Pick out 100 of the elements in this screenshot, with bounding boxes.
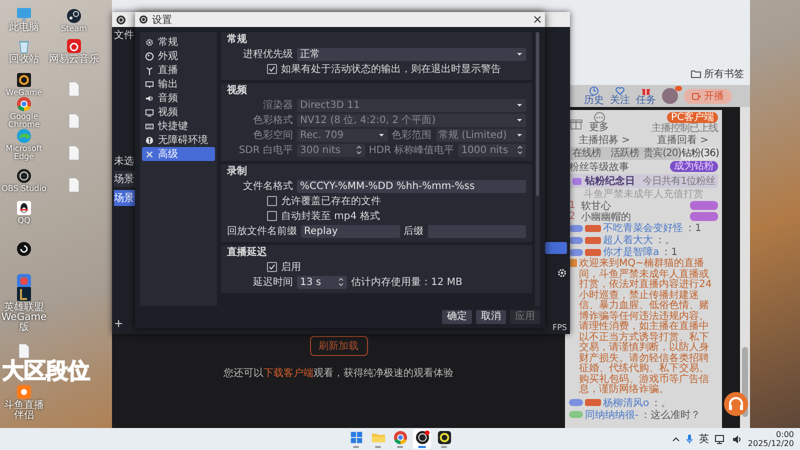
sidebar-item[interactable]: 外观 <box>142 49 215 63</box>
desktop-icon-label[interactable]: 英雄联盟WeGame版 <box>0 303 48 333</box>
clock[interactable]: 0:00 2025/12/20 <box>748 430 794 448</box>
fans-story-link[interactable]: 粉丝等级故事 <box>569 160 629 174</box>
checkmark-icon <box>269 264 275 270</box>
header-link[interactable]: 历史 <box>584 86 604 106</box>
desktop-icon-label[interactable]: OBS Studio <box>2 185 46 193</box>
checkbox[interactable] <box>267 64 277 74</box>
join-badge[interactable]: 成为钻粉 <box>670 161 718 172</box>
keyboard-icon <box>145 122 154 130</box>
stepper-arrows-icon <box>356 145 362 155</box>
logo-icon <box>139 15 148 24</box>
header-link[interactable]: 关注 <box>610 86 630 106</box>
section-title: 常规 <box>227 34 248 46</box>
download-link[interactable]: 下载客户端 <box>264 368 314 379</box>
input-field[interactable]: %CCYY-%MM-%DD %hh-%mm-%ss <box>297 180 526 192</box>
desktop-icon-label[interactable]: Microsoft Edge <box>0 145 48 161</box>
dialog-button[interactable]: 取消 <box>476 310 506 324</box>
caret-icon <box>516 51 523 57</box>
chat-text: ：这么准时？ <box>640 408 701 422</box>
scene-item[interactable]: 场景 <box>114 190 135 206</box>
info-icon <box>145 136 154 144</box>
hint-text: 未选 <box>114 154 135 168</box>
caret-icon <box>378 132 384 138</box>
ranking-tab[interactable]: 活跃榜 <box>606 147 644 160</box>
scrollbar[interactable] <box>740 107 750 428</box>
checkmark-icon <box>269 66 275 72</box>
rank-number: 1 <box>569 200 576 211</box>
taskbar-button[interactable] <box>413 429 431 449</box>
sidebar-item[interactable]: 音频 <box>142 91 215 105</box>
close-icon[interactable] <box>534 16 541 23</box>
network-icon[interactable] <box>714 434 726 444</box>
sidebar-item[interactable]: 常规 <box>142 35 215 49</box>
panel-link[interactable]: 直播回看 > <box>656 135 709 147</box>
ranking-tab[interactable]: 钻粉(36) <box>681 147 719 160</box>
file-icon[interactable] <box>16 343 32 359</box>
app-icon[interactable] <box>16 273 32 289</box>
input-method-indicator[interactable]: 英 <box>698 432 709 446</box>
client-note: 主播控制已上线 <box>652 122 718 134</box>
app-icon[interactable] <box>16 72 32 88</box>
field-label: 回放文件名前缀 <box>227 224 297 238</box>
app-icon[interactable] <box>16 241 32 257</box>
dropdown[interactable]: 正常 <box>297 48 526 60</box>
sidebar-item[interactable]: 高级 <box>142 147 215 161</box>
penguin-icon[interactable] <box>16 200 32 216</box>
antenna-icon <box>145 66 154 74</box>
badge-icon <box>572 176 582 186</box>
gear-icon[interactable] <box>557 268 567 278</box>
window-title: 设置 <box>152 14 172 26</box>
desktop-icon-label[interactable]: QQ <box>18 217 30 225</box>
checkbox-label: 启用 <box>281 260 301 274</box>
panel-link[interactable]: 主播招募 > <box>578 135 630 147</box>
refresh-button[interactable]: 刷新加载 <box>310 336 368 356</box>
panel-header: 场景 <box>114 170 135 186</box>
more-icon <box>594 112 604 123</box>
sidebar-item[interactable]: 直播 <box>142 63 215 77</box>
more-button[interactable]: 更多 <box>589 112 609 133</box>
chat-username[interactable]: 超人着大大 <box>603 233 653 247</box>
scrollbar[interactable] <box>535 32 540 306</box>
microphone-icon[interactable] <box>686 434 693 444</box>
ranking-tab[interactable]: 在线榜 <box>568 147 606 160</box>
sidebar-item[interactable]: 无障碍环境 <box>142 133 215 147</box>
spin-box[interactable]: 13 s <box>297 276 347 288</box>
stepper-arrows-icon <box>338 277 344 287</box>
chat-username[interactable]: 你才是智障a <box>603 245 660 259</box>
chevron-up-icon[interactable] <box>672 436 680 442</box>
app-icon[interactable] <box>66 8 82 24</box>
bookmarks-link[interactable]: 所有书签 <box>704 67 744 81</box>
client-button[interactable]: PC客户端 <box>666 112 718 122</box>
sidebar-item[interactable]: 快捷键 <box>142 119 215 133</box>
chat-username[interactable]: 同纳纳纳很- <box>585 408 639 422</box>
headset-icon[interactable] <box>724 392 748 416</box>
ranking-tab[interactable]: 贵宾(20) <box>644 147 682 160</box>
header-link[interactable]: 任务 <box>636 86 656 106</box>
checkbox[interactable] <box>267 196 277 206</box>
clock-time: 0:00 <box>776 430 794 439</box>
taskbar-button[interactable] <box>435 429 453 449</box>
input-field[interactable]: Replay <box>301 224 400 238</box>
speaker-icon <box>145 94 154 102</box>
dialog-button[interactable]: 确定 <box>442 310 472 324</box>
sidebar-item[interactable]: 输出 <box>142 77 215 91</box>
clock-date: 2025/12/20 <box>748 439 794 448</box>
checkbox[interactable] <box>267 211 277 221</box>
menu-item[interactable]: 文件 <box>114 28 135 42</box>
speaker-icon[interactable] <box>732 434 742 444</box>
section-title: 录制 <box>227 166 248 178</box>
add-button[interactable]: + <box>114 317 135 330</box>
notice-text: 斗鱼严禁未成年人充值打赏 <box>582 189 704 200</box>
app-icon[interactable] <box>16 286 32 302</box>
logo-icon <box>116 14 126 24</box>
card-note: 今日共有1位粉丝 <box>642 174 715 188</box>
sidebar-item[interactable]: 视频 <box>142 105 215 119</box>
overlay-caption: 大区段位 <box>2 361 90 383</box>
chat-username[interactable]: 不吃青菜会变好怪 <box>603 221 683 235</box>
desktop-icon-label[interactable]: 斗鱼直播伴侣 <box>0 401 48 421</box>
live-button[interactable]: 开播 <box>684 88 732 104</box>
chat-username[interactable]: 杨柳清风o <box>603 396 650 410</box>
record-circle-icon[interactable] <box>16 168 32 184</box>
circle-logo-icon[interactable] <box>16 96 32 112</box>
checkbox[interactable] <box>267 262 277 272</box>
